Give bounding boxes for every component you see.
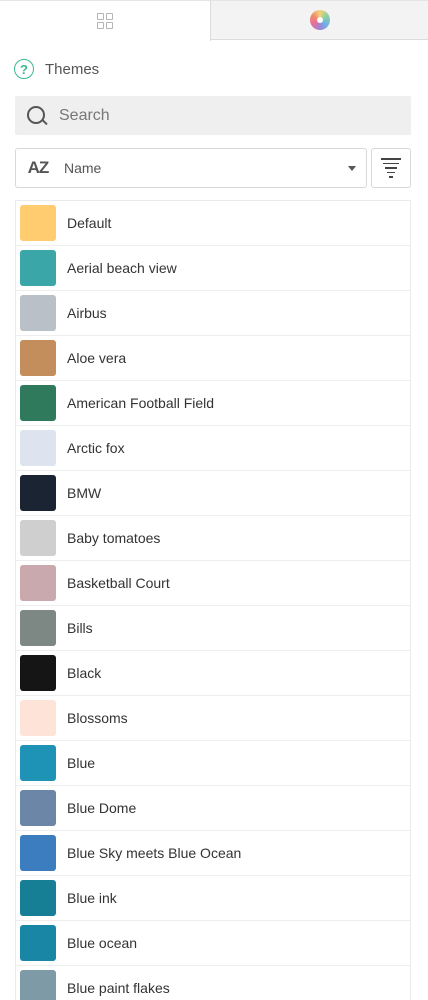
theme-label: Arctic fox [67,440,125,456]
theme-thumbnail [20,565,56,601]
panel-tabs [0,0,428,41]
theme-thumbnail [20,880,56,916]
search-icon [27,105,48,126]
list-item[interactable]: Blue ink [16,876,410,921]
theme-thumbnail [20,745,56,781]
tab-colors[interactable] [211,0,428,40]
list-item[interactable]: BMW [16,471,410,516]
theme-label: Bills [67,620,93,636]
theme-list: Default Aerial beach view Airbus Aloe vera A… [15,200,411,1000]
theme-label: Default [67,215,112,231]
theme-label: Blue ink [67,890,117,906]
list-item[interactable]: Aloe vera [16,336,410,381]
filter-button[interactable] [371,148,411,188]
list-item[interactable]: Blue ocean [16,921,410,966]
theme-thumbnail [20,385,56,421]
theme-thumbnail [20,430,56,466]
theme-label: Blue [67,755,96,771]
theme-label: Airbus [67,305,107,321]
theme-thumbnail [20,655,56,691]
theme-label: Basketball Court [67,575,170,591]
list-item[interactable]: Blue paint flakes [16,966,410,1000]
theme-label: Aerial beach view [67,260,177,276]
help-icon[interactable]: ? [14,59,34,79]
theme-label: Blue Sky meets Blue Ocean [67,845,242,861]
theme-thumbnail [20,250,56,286]
sort-label: Name [64,160,102,176]
theme-label: Aloe vera [67,350,127,366]
list-item[interactable]: Blossoms [16,696,410,741]
list-item[interactable]: Basketball Court [16,561,410,606]
theme-thumbnail [20,925,56,961]
search-bar [15,96,411,135]
list-item[interactable]: Aerial beach view [16,246,410,291]
sort-az-icon: AZ [27,158,50,177]
list-item[interactable]: Airbus [16,291,410,336]
theme-thumbnail [20,475,56,511]
theme-thumbnail [20,205,56,241]
themes-title: Themes [45,60,100,78]
list-item[interactable]: Blue [16,741,410,786]
list-item[interactable]: Baby tomatoes [16,516,410,561]
theme-label: Blossoms [67,710,128,726]
theme-label: BMW [67,485,102,501]
theme-label: American Football Field [67,395,215,411]
theme-label: Blue Dome [67,800,137,816]
color-wheel-icon [309,10,330,30]
theme-thumbnail [20,700,56,736]
list-item[interactable]: American Football Field [16,381,410,426]
list-item[interactable]: Blue Sky meets Blue Ocean [16,831,410,876]
list-item[interactable]: Default [16,201,410,246]
themes-header: ? Themes [14,58,99,80]
sort-dropdown[interactable]: AZ Name [15,148,367,188]
theme-thumbnail [20,340,56,376]
list-item[interactable]: Blue Dome [16,786,410,831]
theme-thumbnail [20,835,56,871]
theme-thumbnail [20,610,56,646]
theme-thumbnail [20,295,56,331]
list-item[interactable]: Arctic fox [16,426,410,471]
tab-themes-grid[interactable] [0,0,211,41]
theme-thumbnail [20,790,56,826]
theme-label: Blue ocean [67,935,138,951]
theme-thumbnail [20,520,56,556]
list-item[interactable]: Black [16,651,410,696]
theme-label: Baby tomatoes [67,530,161,546]
theme-label: Black [67,665,102,681]
list-item[interactable]: Bills [16,606,410,651]
search-input[interactable] [57,105,381,126]
chevron-down-icon [348,165,356,171]
theme-thumbnail [20,970,56,1000]
grid-icon [97,13,113,29]
theme-label: Blue paint flakes [67,980,170,996]
